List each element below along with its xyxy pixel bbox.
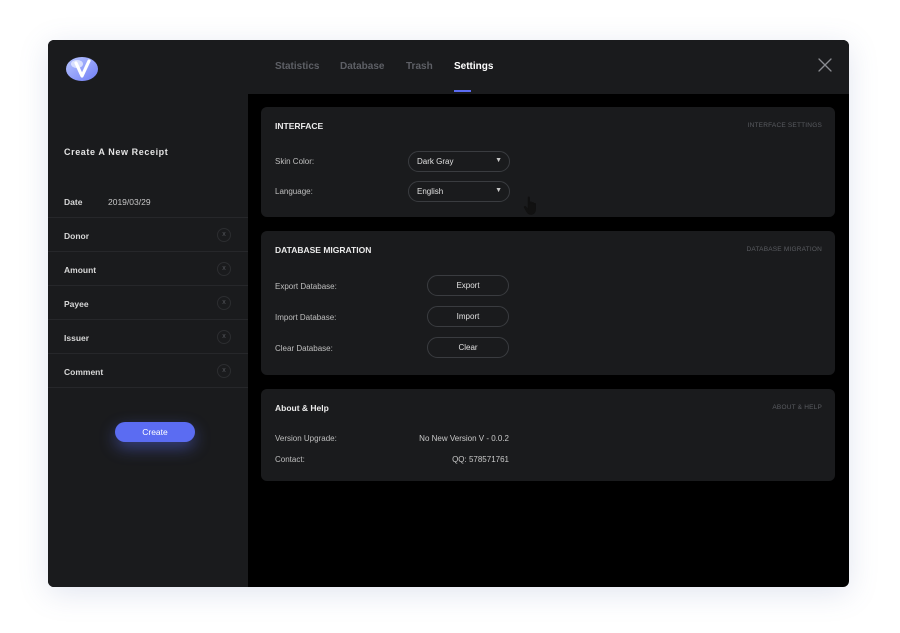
field-label: Amount <box>64 265 97 275</box>
clear-icon[interactable]: x <box>217 330 231 344</box>
field-label: Payee <box>64 299 89 309</box>
field-row-issuer[interactable]: Issuer x <box>48 320 248 354</box>
close-icon[interactable] <box>817 57 833 73</box>
tab-settings[interactable]: Settings <box>454 61 493 72</box>
app-logo-icon <box>66 57 98 81</box>
language-select[interactable]: English ▼ <box>408 181 510 202</box>
create-button[interactable]: Create <box>115 422 195 442</box>
interface-card: INTERFACE INTERFACE SETTINGS Skin Color:… <box>261 107 835 217</box>
chevron-down-icon: ▼ <box>495 187 502 194</box>
field-row-comment[interactable]: Comment x <box>48 354 248 388</box>
field-row-amount[interactable]: Amount x <box>48 252 248 286</box>
tab-statistics[interactable]: Statistics <box>275 61 319 72</box>
export-database-label: Export Database: <box>275 282 337 291</box>
import-database-label: Import Database: <box>275 313 337 322</box>
language-label: Language: <box>275 187 313 196</box>
app-window: Create A New Receipt Date 2019/03/29 Don… <box>48 40 849 587</box>
clear-icon[interactable]: x <box>217 228 231 242</box>
card-title: INTERFACE <box>275 121 324 131</box>
select-value: English <box>417 187 444 196</box>
export-button[interactable]: Export <box>427 275 509 296</box>
field-label: Date <box>64 197 83 207</box>
card-tag: ABOUT & HELP <box>772 404 822 411</box>
clear-icon[interactable]: x <box>217 364 231 378</box>
card-tag: INTERFACE SETTINGS <box>747 122 822 129</box>
card-title: About & Help <box>275 403 329 413</box>
field-label: Donor <box>64 231 90 241</box>
version-value: No New Version V - 0.0.2 <box>419 434 509 443</box>
date-value[interactable]: 2019/03/29 <box>108 197 151 207</box>
field-label: Comment <box>64 367 104 377</box>
card-tag: DATABASE MIGRATION <box>746 246 822 253</box>
field-row-donor[interactable]: Donor x <box>48 218 248 252</box>
top-nav: Statistics Database Trash Settings <box>248 40 849 94</box>
version-upgrade-label: Version Upgrade: <box>275 434 337 443</box>
tab-trash[interactable]: Trash <box>406 61 433 72</box>
clear-icon[interactable]: x <box>217 296 231 310</box>
select-value: Dark Gray <box>417 157 454 166</box>
sidebar: Create A New Receipt Date 2019/03/29 Don… <box>48 40 248 587</box>
database-migration-card: DATABASE MIGRATION DATABASE MIGRATION Ex… <box>261 231 835 375</box>
skin-color-select[interactable]: Dark Gray ▼ <box>408 151 510 172</box>
clear-icon[interactable]: x <box>217 262 231 276</box>
hand-pointer-icon <box>523 196 536 215</box>
card-title: DATABASE MIGRATION <box>275 245 372 255</box>
about-help-card: About & Help ABOUT & HELP Version Upgrad… <box>261 389 835 481</box>
contact-label: Contact: <box>275 455 305 464</box>
tab-database[interactable]: Database <box>340 61 384 72</box>
clear-button[interactable]: Clear <box>427 337 509 358</box>
active-tab-indicator <box>454 90 471 92</box>
contact-value: QQ: 578571761 <box>452 455 509 464</box>
field-row-date[interactable]: Date 2019/03/29 <box>48 184 248 218</box>
import-button[interactable]: Import <box>427 306 509 327</box>
field-row-payee[interactable]: Payee x <box>48 286 248 320</box>
sidebar-title: Create A New Receipt <box>64 147 169 157</box>
field-label: Issuer <box>64 333 90 343</box>
clear-database-label: Clear Database: <box>275 344 333 353</box>
skin-color-label: Skin Color: <box>275 157 315 166</box>
chevron-down-icon: ▼ <box>495 157 502 164</box>
